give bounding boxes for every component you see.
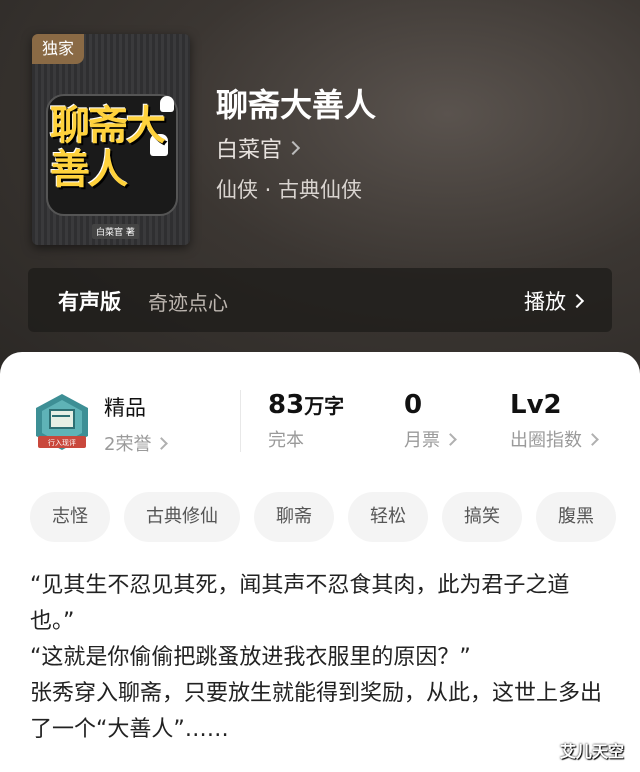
cover-author: 白菜官 著 <box>92 224 139 239</box>
stat-divider <box>240 390 241 452</box>
word-count-stat: 83万字 完本 <box>268 390 344 452</box>
book-cover[interactable]: 聊斋大善人 白菜官 著 独家 <box>32 34 190 245</box>
synopsis-paragraph: “这就是你偷偷把跳蚤放进我衣服里的原因？” <box>30 645 471 670</box>
chevron-right-icon <box>586 432 599 446</box>
quality-label: 精品 <box>104 396 146 420</box>
chevron-right-icon <box>569 293 585 309</box>
influence-level: Lv2 <box>510 390 562 420</box>
play-button[interactable]: 播放 <box>524 286 585 316</box>
chevron-right-icon <box>155 436 169 450</box>
tag-chip[interactable]: 古典修仙 <box>124 492 240 542</box>
word-unit: 万字 <box>304 394 345 418</box>
monthly-ticket-label: 月票 <box>404 430 440 451</box>
synopsis-paragraph: 张秀穿入聊斋，只要放生就能得到奖励，从此，这世上多出了一个“大善人”…… <box>30 681 603 742</box>
audio-version-bar[interactable]: 有声版 奇迹点心 播放 <box>28 268 612 332</box>
medal-text: 行入现评 <box>48 438 76 447</box>
audio-narrator: 奇迹点心 <box>148 291 228 315</box>
book-genre: 仙侠 · 古典仙侠 <box>216 178 363 202</box>
tag-chip[interactable]: 搞笑 <box>442 492 522 542</box>
monthly-ticket-stat[interactable]: 0 月票 <box>404 390 457 452</box>
author-link[interactable]: 白菜官 <box>216 132 301 164</box>
tag-chip[interactable]: 轻松 <box>348 492 428 542</box>
influence-label: 出圈指数 <box>510 430 582 451</box>
synopsis-paragraph: “见其生不忍见其死，闻其声不忍食其肉，此为君子之道也。” <box>30 573 570 634</box>
audio-label: 有声版 <box>58 290 121 314</box>
influence-stat[interactable]: Lv2 出圈指数 <box>510 390 599 452</box>
exclusive-badge: 独家 <box>32 34 85 64</box>
author-name: 白菜官 <box>216 138 283 163</box>
word-count: 83 <box>268 390 305 420</box>
completion-status: 完本 <box>268 430 304 451</box>
book-synopsis[interactable]: “见其生不忍见其死，闻其声不忍食其肉，此为君子之道也。” “这就是你偷偷把跳蚤放… <box>30 568 610 748</box>
tag-chip[interactable]: 腹黑 <box>536 492 616 542</box>
book-header: 聊斋大善人 白菜官 著 独家 聊斋大善人 白菜官 仙侠 · 古典仙侠 有声版 奇… <box>0 0 640 380</box>
cover-title: 聊斋大善人 <box>50 103 166 193</box>
play-label: 播放 <box>524 290 566 314</box>
watermark: 艾儿天空 <box>559 742 624 761</box>
quality-medal-icon: 行入现评 <box>36 394 88 450</box>
chevron-right-icon <box>285 140 301 156</box>
tag-list: 志怪 古典修仙 聊斋 轻松 搞笑 腹黑 <box>30 492 616 542</box>
honor-count: 2荣誉 <box>104 434 152 455</box>
book-info-card: 行入现评 精品 2荣誉 83万字 完本 0 月票 Lv2 出圈指数 志怪 古典修… <box>0 352 640 772</box>
quality-stat[interactable]: 精品 2荣誉 <box>104 392 169 456</box>
monthly-ticket-count: 0 <box>404 390 423 420</box>
tag-chip[interactable]: 志怪 <box>30 492 110 542</box>
book-title: 聊斋大善人 <box>216 86 377 124</box>
chevron-right-icon <box>444 432 457 446</box>
tag-chip[interactable]: 聊斋 <box>254 492 334 542</box>
